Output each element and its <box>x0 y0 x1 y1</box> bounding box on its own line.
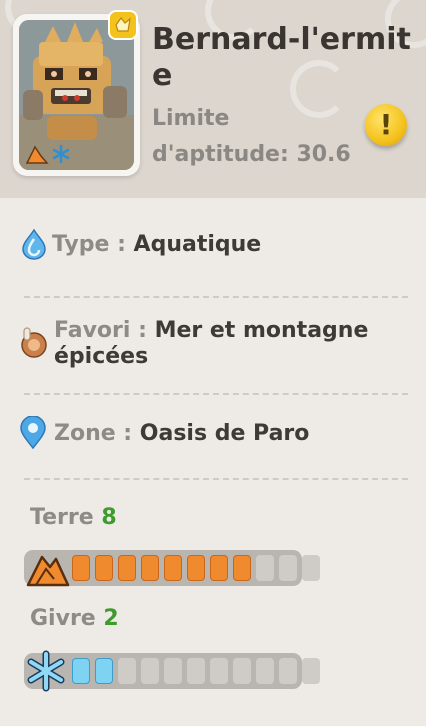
level-segment-filled <box>72 658 90 684</box>
level-segment-filled <box>95 658 113 684</box>
snowflake-badge-icon <box>52 144 70 164</box>
type-value: Aquatique <box>133 232 262 257</box>
level-segment-filled <box>118 555 136 581</box>
warning-icon[interactable]: ! <box>365 104 407 146</box>
level-segment-empty <box>164 658 182 684</box>
level-segment-filled <box>233 555 251 581</box>
snowflake-icon <box>27 650 65 692</box>
location-pin-icon <box>20 416 46 450</box>
level-segment-filled <box>95 555 113 581</box>
givre-stat-label: Givre 2 <box>30 606 119 631</box>
givre-value: 2 <box>103 606 119 631</box>
terre-value: 8 <box>101 505 117 530</box>
terre-label: Terre <box>30 505 94 530</box>
type-label: Type : <box>52 232 126 257</box>
level-segment-empty <box>141 658 159 684</box>
aptitude-limit: Limite d'aptitude: 30.6 <box>152 106 351 167</box>
level-segment-empty <box>256 658 274 684</box>
zone-row: Zone : Oasis de Paro <box>18 416 413 450</box>
zone-label: Zone : <box>54 421 133 446</box>
level-segment-filled <box>164 555 182 581</box>
givre-label: Givre <box>30 606 96 631</box>
type-row: Type : Aquatique <box>18 228 413 262</box>
water-drop-icon <box>22 228 46 260</box>
givre-level-bar <box>24 650 320 692</box>
level-segment-empty <box>279 555 297 581</box>
rank-badge-icon <box>108 10 138 40</box>
level-segment-empty <box>256 555 274 581</box>
terre-level-bar <box>24 550 320 587</box>
zone-value: Oasis de Paro <box>139 421 310 446</box>
profile-header: Bernard-l'ermite Limite d'aptitude: 30.6… <box>0 0 426 198</box>
favorite-label: Favori : <box>54 318 147 343</box>
creature-name: Bernard-l'ermite <box>152 22 411 93</box>
earth-element-icon <box>25 145 49 164</box>
level-segment-empty <box>210 658 228 684</box>
terre-stat-label: Terre 8 <box>30 505 117 530</box>
level-segment-filled <box>141 555 159 581</box>
creature-image <box>19 20 134 170</box>
level-segment-empty <box>302 658 320 684</box>
level-segment-empty <box>118 658 136 684</box>
level-segment-empty <box>279 658 297 684</box>
favorite-row: Favori : Mer et montagne épicées <box>18 316 413 376</box>
level-segment-filled <box>210 555 228 581</box>
meat-icon <box>21 327 47 358</box>
level-segment-empty <box>187 658 205 684</box>
divider <box>24 296 408 298</box>
level-segment-filled <box>72 555 90 581</box>
earth-icon <box>26 555 70 587</box>
divider <box>24 393 408 395</box>
level-segment-empty <box>302 555 320 581</box>
creature-portrait[interactable] <box>13 10 140 176</box>
level-segment-empty <box>233 658 251 684</box>
divider <box>24 478 408 480</box>
level-segment-filled <box>187 555 205 581</box>
